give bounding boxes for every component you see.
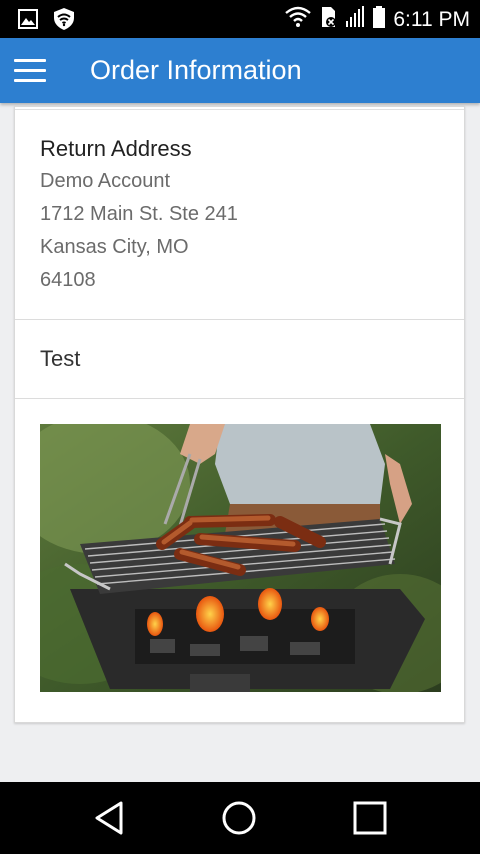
divider bbox=[15, 398, 464, 399]
wifi-icon bbox=[285, 6, 312, 33]
address-line-city: Kansas City, MO bbox=[40, 236, 189, 258]
home-icon[interactable] bbox=[219, 798, 259, 838]
address-line-zip: 64108 bbox=[40, 269, 96, 291]
status-bar: 6:11 PM bbox=[0, 0, 480, 38]
page-title: Order Information bbox=[90, 55, 302, 85]
order-info-card: Return Address Demo Account 1712 Main St… bbox=[14, 106, 465, 723]
signal-icon bbox=[345, 6, 365, 33]
app-bar: Order Information bbox=[0, 38, 480, 103]
image-notification-icon bbox=[18, 9, 38, 34]
status-time: 6:11 PM bbox=[393, 7, 470, 31]
navigation-bar bbox=[0, 782, 480, 854]
divider bbox=[15, 319, 464, 320]
order-note: Test bbox=[40, 346, 81, 371]
recents-icon[interactable] bbox=[350, 798, 390, 838]
battery-icon bbox=[373, 6, 386, 33]
back-icon[interactable] bbox=[91, 798, 131, 838]
order-photo bbox=[40, 424, 441, 692]
divider bbox=[15, 109, 464, 110]
shield-wifi-icon bbox=[52, 7, 76, 36]
sim-icon bbox=[319, 5, 337, 34]
hamburger-menu-icon[interactable] bbox=[14, 59, 46, 83]
address-line-street: 1712 Main St. Ste 241 bbox=[40, 203, 238, 225]
return-address-title: Return Address bbox=[40, 136, 192, 161]
address-line-name: Demo Account bbox=[40, 170, 171, 192]
